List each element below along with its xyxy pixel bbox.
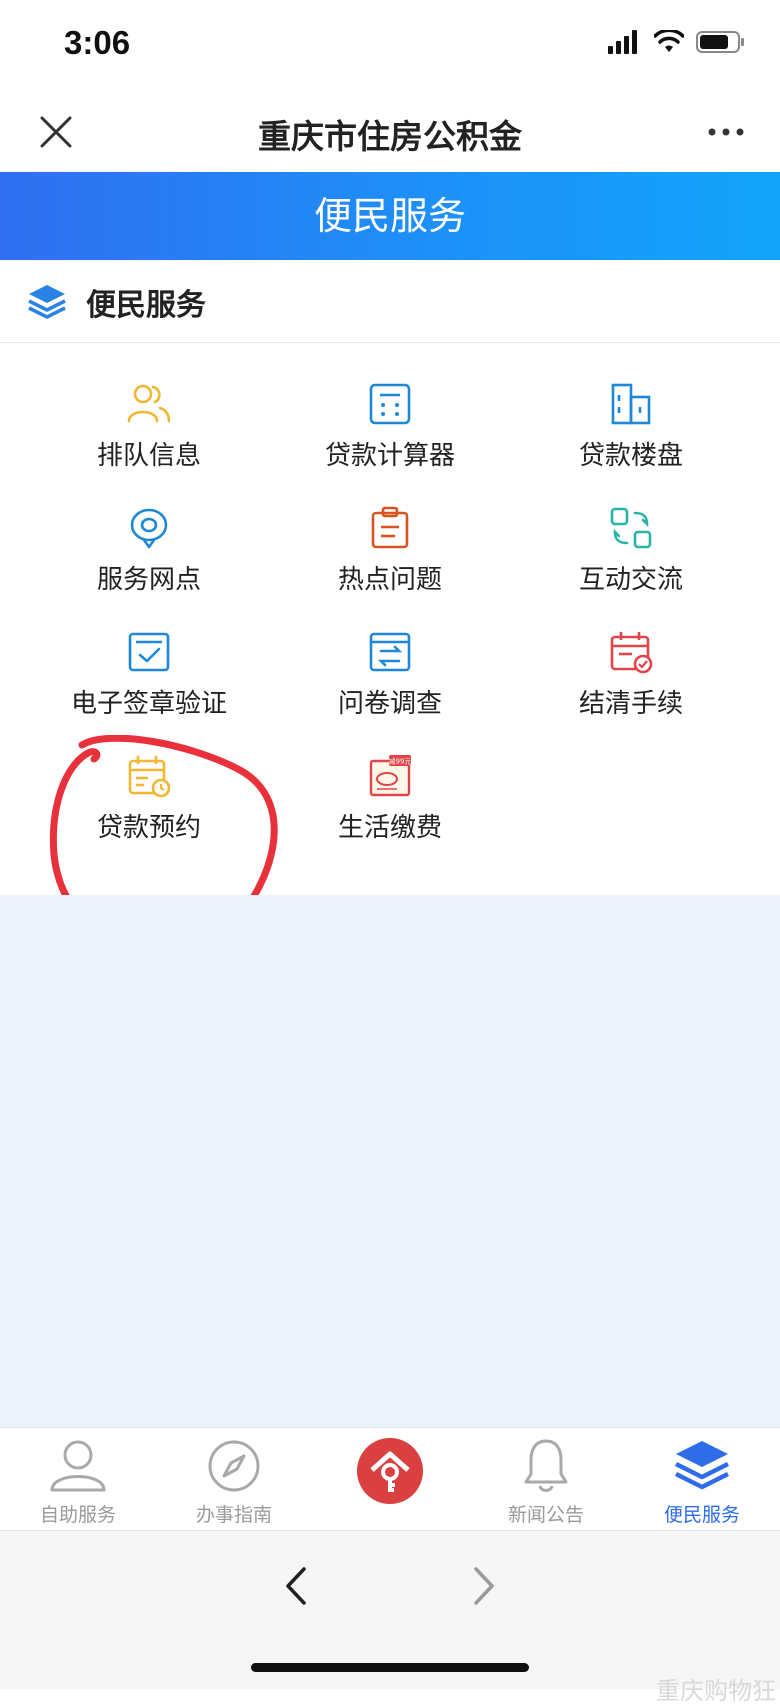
tab-label: 办事指南 bbox=[195, 1504, 272, 1526]
tab-label: 自助服务 bbox=[39, 1504, 116, 1526]
service-survey[interactable]: 问卷调查 bbox=[265, 591, 515, 719]
building-icon bbox=[611, 383, 651, 425]
service-outlets[interactable]: 服务网点 bbox=[24, 467, 274, 595]
tab-home[interactable] bbox=[312, 1428, 468, 1531]
people-icon bbox=[127, 384, 171, 423]
survey-icon bbox=[369, 632, 411, 672]
service-life-payment[interactable]: 减99元 生活缴费 bbox=[265, 715, 515, 843]
service-loan-properties[interactable]: 贷款楼盘 bbox=[506, 343, 756, 471]
calculator-icon bbox=[369, 383, 411, 425]
service-grid: 排队信息 贷款计算器 贷款楼盘 服务网点 热点问题 互动交流 电子签章验证 问卷… bbox=[0, 343, 780, 895]
tab-guide[interactable]: 办事指南 bbox=[156, 1428, 312, 1531]
service-interaction[interactable]: 互动交流 bbox=[506, 467, 756, 595]
section-header: 便民服务 bbox=[0, 260, 780, 343]
layers-icon bbox=[28, 285, 66, 319]
location-icon bbox=[130, 508, 168, 549]
empty-content-area bbox=[0, 895, 780, 1427]
layers-icon bbox=[674, 1441, 730, 1490]
service-loan-appointment[interactable]: 贷款预约 bbox=[24, 715, 274, 843]
service-label: 生活缴费 bbox=[337, 813, 442, 843]
verify-icon bbox=[128, 632, 170, 672]
tab-self-service[interactable]: 自助服务 bbox=[0, 1428, 156, 1531]
bill-badge: 减99元 bbox=[389, 757, 412, 766]
bill-icon: 减99元 bbox=[369, 755, 412, 797]
wifi-icon bbox=[654, 30, 684, 52]
nav-bar: 重庆市住房公积金 bbox=[0, 92, 780, 172]
service-loan-calculator[interactable]: 贷款计算器 bbox=[265, 343, 515, 471]
tab-bar: 自助服务 办事指南 新闻公告 便民服务 bbox=[0, 1427, 780, 1531]
battery-icon bbox=[696, 31, 744, 53]
calendar-settle-icon bbox=[610, 632, 653, 674]
back-arrow-icon[interactable] bbox=[276, 1561, 316, 1611]
page-title: 重庆市住房公积金 bbox=[258, 117, 522, 156]
forward-arrow-icon[interactable] bbox=[464, 1561, 504, 1611]
tab-news[interactable]: 新闻公告 bbox=[468, 1428, 624, 1531]
service-queue-info[interactable]: 排队信息 bbox=[24, 343, 274, 471]
section-title: 便民服务 bbox=[86, 288, 206, 323]
service-settlement[interactable]: 结清手续 bbox=[506, 591, 756, 719]
clipboard-icon bbox=[371, 506, 409, 549]
tab-label: 便民服务 bbox=[663, 1504, 740, 1526]
user-icon bbox=[50, 1440, 106, 1492]
calendar-clock-icon bbox=[128, 756, 171, 798]
service-hot-questions[interactable]: 热点问题 bbox=[265, 467, 515, 595]
browser-toolbar: 重庆购物狂 bbox=[0, 1530, 780, 1705]
status-bar: 3:06 bbox=[0, 0, 780, 92]
status-icons bbox=[608, 30, 746, 54]
status-time: 3:06 bbox=[64, 24, 131, 61]
tab-convenience[interactable]: 便民服务 bbox=[624, 1428, 780, 1531]
watermark: 重庆购物狂 bbox=[656, 1677, 776, 1705]
service-label: 贷款预约 bbox=[96, 813, 201, 843]
service-label: 结清手续 bbox=[578, 689, 683, 719]
exchange-icon bbox=[610, 507, 652, 549]
compass-icon bbox=[208, 1440, 260, 1492]
signal-icon bbox=[608, 30, 637, 54]
banner-title: 便民服务 bbox=[0, 172, 780, 260]
bell-icon bbox=[524, 1439, 568, 1492]
tab-label: 新闻公告 bbox=[507, 1504, 584, 1526]
service-e-seal-verify[interactable]: 电子签章验证 bbox=[24, 591, 274, 719]
more-icon[interactable] bbox=[706, 118, 746, 146]
home-indicator[interactable] bbox=[251, 1663, 529, 1672]
home-key-icon bbox=[357, 1438, 423, 1504]
